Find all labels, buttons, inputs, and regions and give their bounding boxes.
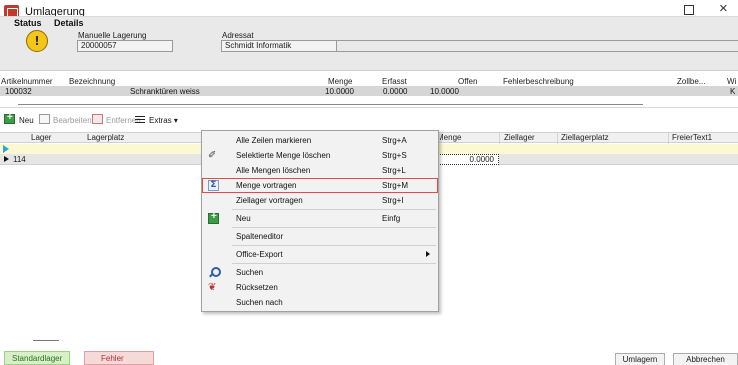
menu-item-neu[interactable]: Neu Einfg <box>202 211 438 226</box>
abbrechen-button[interactable]: Abbrechen <box>673 353 738 365</box>
add-icon <box>208 211 219 224</box>
new-row-arrow-icon <box>3 145 9 153</box>
menu-separator <box>232 245 436 246</box>
menu-item-shortcut: Einfg <box>382 214 401 223</box>
menu-item-label: Rücksetzen <box>236 283 278 292</box>
cell-erfasst: 0.0000 <box>383 87 408 96</box>
adressat-field: Schmidt Informatik <box>221 40 337 52</box>
tab-fehler[interactable]: Fehler <box>84 351 154 365</box>
menu-item-label: Alle Zeilen markieren <box>236 136 312 145</box>
menu-item-label: Selektierte Menge löschen <box>236 151 331 160</box>
menu-item-label: Ziellager vortragen <box>236 196 303 205</box>
sigma-icon: Σ <box>208 180 219 191</box>
menu-item-selektierte-menge-loeschen[interactable]: ✐ Selektierte Menge löschen Strg+S <box>202 148 438 163</box>
menu-item-shortcut: Strg+I <box>382 196 404 205</box>
menu-item-spalteneditor[interactable]: Spalteneditor <box>202 229 438 244</box>
col-menge-lower[interactable]: Menge <box>440 133 490 142</box>
col-offen[interactable]: Offen <box>458 77 477 86</box>
menu-separator <box>232 209 436 210</box>
cell-lager: 114 <box>13 155 26 164</box>
col-menge[interactable]: Menge <box>328 77 352 86</box>
tab-standardlager[interactable]: Standardlager <box>4 351 71 365</box>
eraser-icon: ✐ <box>208 150 217 161</box>
menu-item-ziellager-vortragen[interactable]: Ziellager vortragen Strg+I <box>202 193 438 208</box>
context-menu: Alle Zeilen markieren Strg+A ✐ Selektier… <box>201 130 439 312</box>
col-ziellagerplatz[interactable]: Ziellagerplatz <box>561 133 609 142</box>
scrollbar-thumb[interactable] <box>33 340 59 341</box>
menu-item-shortcut: Strg+M <box>382 181 409 190</box>
col-ziellager[interactable]: Ziellager <box>504 133 535 142</box>
menu-item-menge-vortragen[interactable]: Σ Menge vortragen Strg+M <box>202 178 438 193</box>
menu-item-label: Office-Export <box>236 250 283 259</box>
col-lagerplatz[interactable]: Lagerplatz <box>87 133 124 142</box>
menu-item-shortcut: Strg+S <box>382 151 407 160</box>
binoculars-icon: ❦ <box>208 282 217 293</box>
extras-button[interactable]: Extras ▾ <box>149 116 178 125</box>
col-artikelnummer[interactable]: Artikelnummer <box>1 77 53 86</box>
col-lager[interactable]: Lager <box>31 133 51 142</box>
close-icon[interactable]: × <box>719 1 728 17</box>
menu-separator <box>232 263 436 264</box>
warning-icon: ! <box>26 30 48 52</box>
col-zollbe[interactable]: Zollbe... <box>677 77 705 86</box>
menu-item-shortcut: Strg+A <box>382 136 407 145</box>
search-icon <box>208 267 221 278</box>
maximize-icon[interactable] <box>684 5 694 15</box>
cell-bezeichnung: Schranktüren weiss <box>130 87 200 96</box>
menu-icon[interactable] <box>135 114 145 124</box>
menu-item-label: Menge vortragen <box>236 181 297 190</box>
umlagern-button[interactable]: Umlagern <box>615 353 665 365</box>
delete-icon <box>92 114 103 124</box>
col-freiertext1[interactable]: FreierText1 <box>672 133 712 142</box>
menu-item-label: Neu <box>236 214 251 223</box>
edit-icon <box>39 114 50 124</box>
menu-separator <box>232 227 436 228</box>
cell-menge: 10.0000 <box>325 87 354 96</box>
menu-item-suchen[interactable]: Suchen <box>202 265 438 280</box>
neu-button[interactable]: Neu <box>19 116 34 125</box>
adressat-label: Adressat <box>222 31 254 40</box>
order-number-field: 20000057 <box>77 40 173 52</box>
lager-type-text: Manuelle Lagerung <box>78 31 147 40</box>
horizontal-scrollbar[interactable] <box>18 104 643 105</box>
menu-item-office-export[interactable]: Office-Export <box>202 247 438 262</box>
status-label: Status <box>14 18 42 28</box>
current-row-arrow-icon <box>4 156 9 162</box>
col-wi[interactable]: Wi <box>727 77 736 86</box>
menu-item-label: Suchen <box>236 268 264 277</box>
menu-item-label: Alle Mengen löschen <box>236 166 311 175</box>
table-row[interactable] <box>0 86 738 96</box>
menu-item-alle-mengen-loeschen[interactable]: Alle Mengen löschen Strg+L <box>202 163 438 178</box>
divider <box>0 107 738 108</box>
cell-artikelnummer: 100032 <box>5 87 32 96</box>
submenu-arrow-icon <box>426 251 430 257</box>
col-erfasst[interactable]: Erfasst <box>382 77 407 86</box>
menu-item-shortcut: Strg+L <box>382 166 406 175</box>
menu-item-label: Suchen nach <box>236 298 283 307</box>
menu-item-alle-zeilen-markieren[interactable]: Alle Zeilen markieren Strg+A <box>202 133 438 148</box>
menge-cell[interactable]: 0.0000 <box>437 154 499 165</box>
menu-item-label: Spalteneditor <box>236 232 284 241</box>
col-bezeichnung[interactable]: Bezeichnung <box>69 77 115 86</box>
details-label: Details <box>54 18 84 28</box>
menu-item-ruecksetzen[interactable]: ❦ Rücksetzen <box>202 280 438 295</box>
header-field-extension <box>337 40 738 52</box>
add-icon[interactable] <box>4 112 15 124</box>
col-fehlerbeschreibung[interactable]: Fehlerbeschreibung <box>503 77 574 86</box>
cell-last: K <box>730 87 736 96</box>
bearbeiten-button[interactable]: Bearbeiten <box>53 116 92 125</box>
cell-offen: 10.0000 <box>430 87 459 96</box>
menu-item-suchen-nach[interactable]: Suchen nach <box>202 295 438 310</box>
